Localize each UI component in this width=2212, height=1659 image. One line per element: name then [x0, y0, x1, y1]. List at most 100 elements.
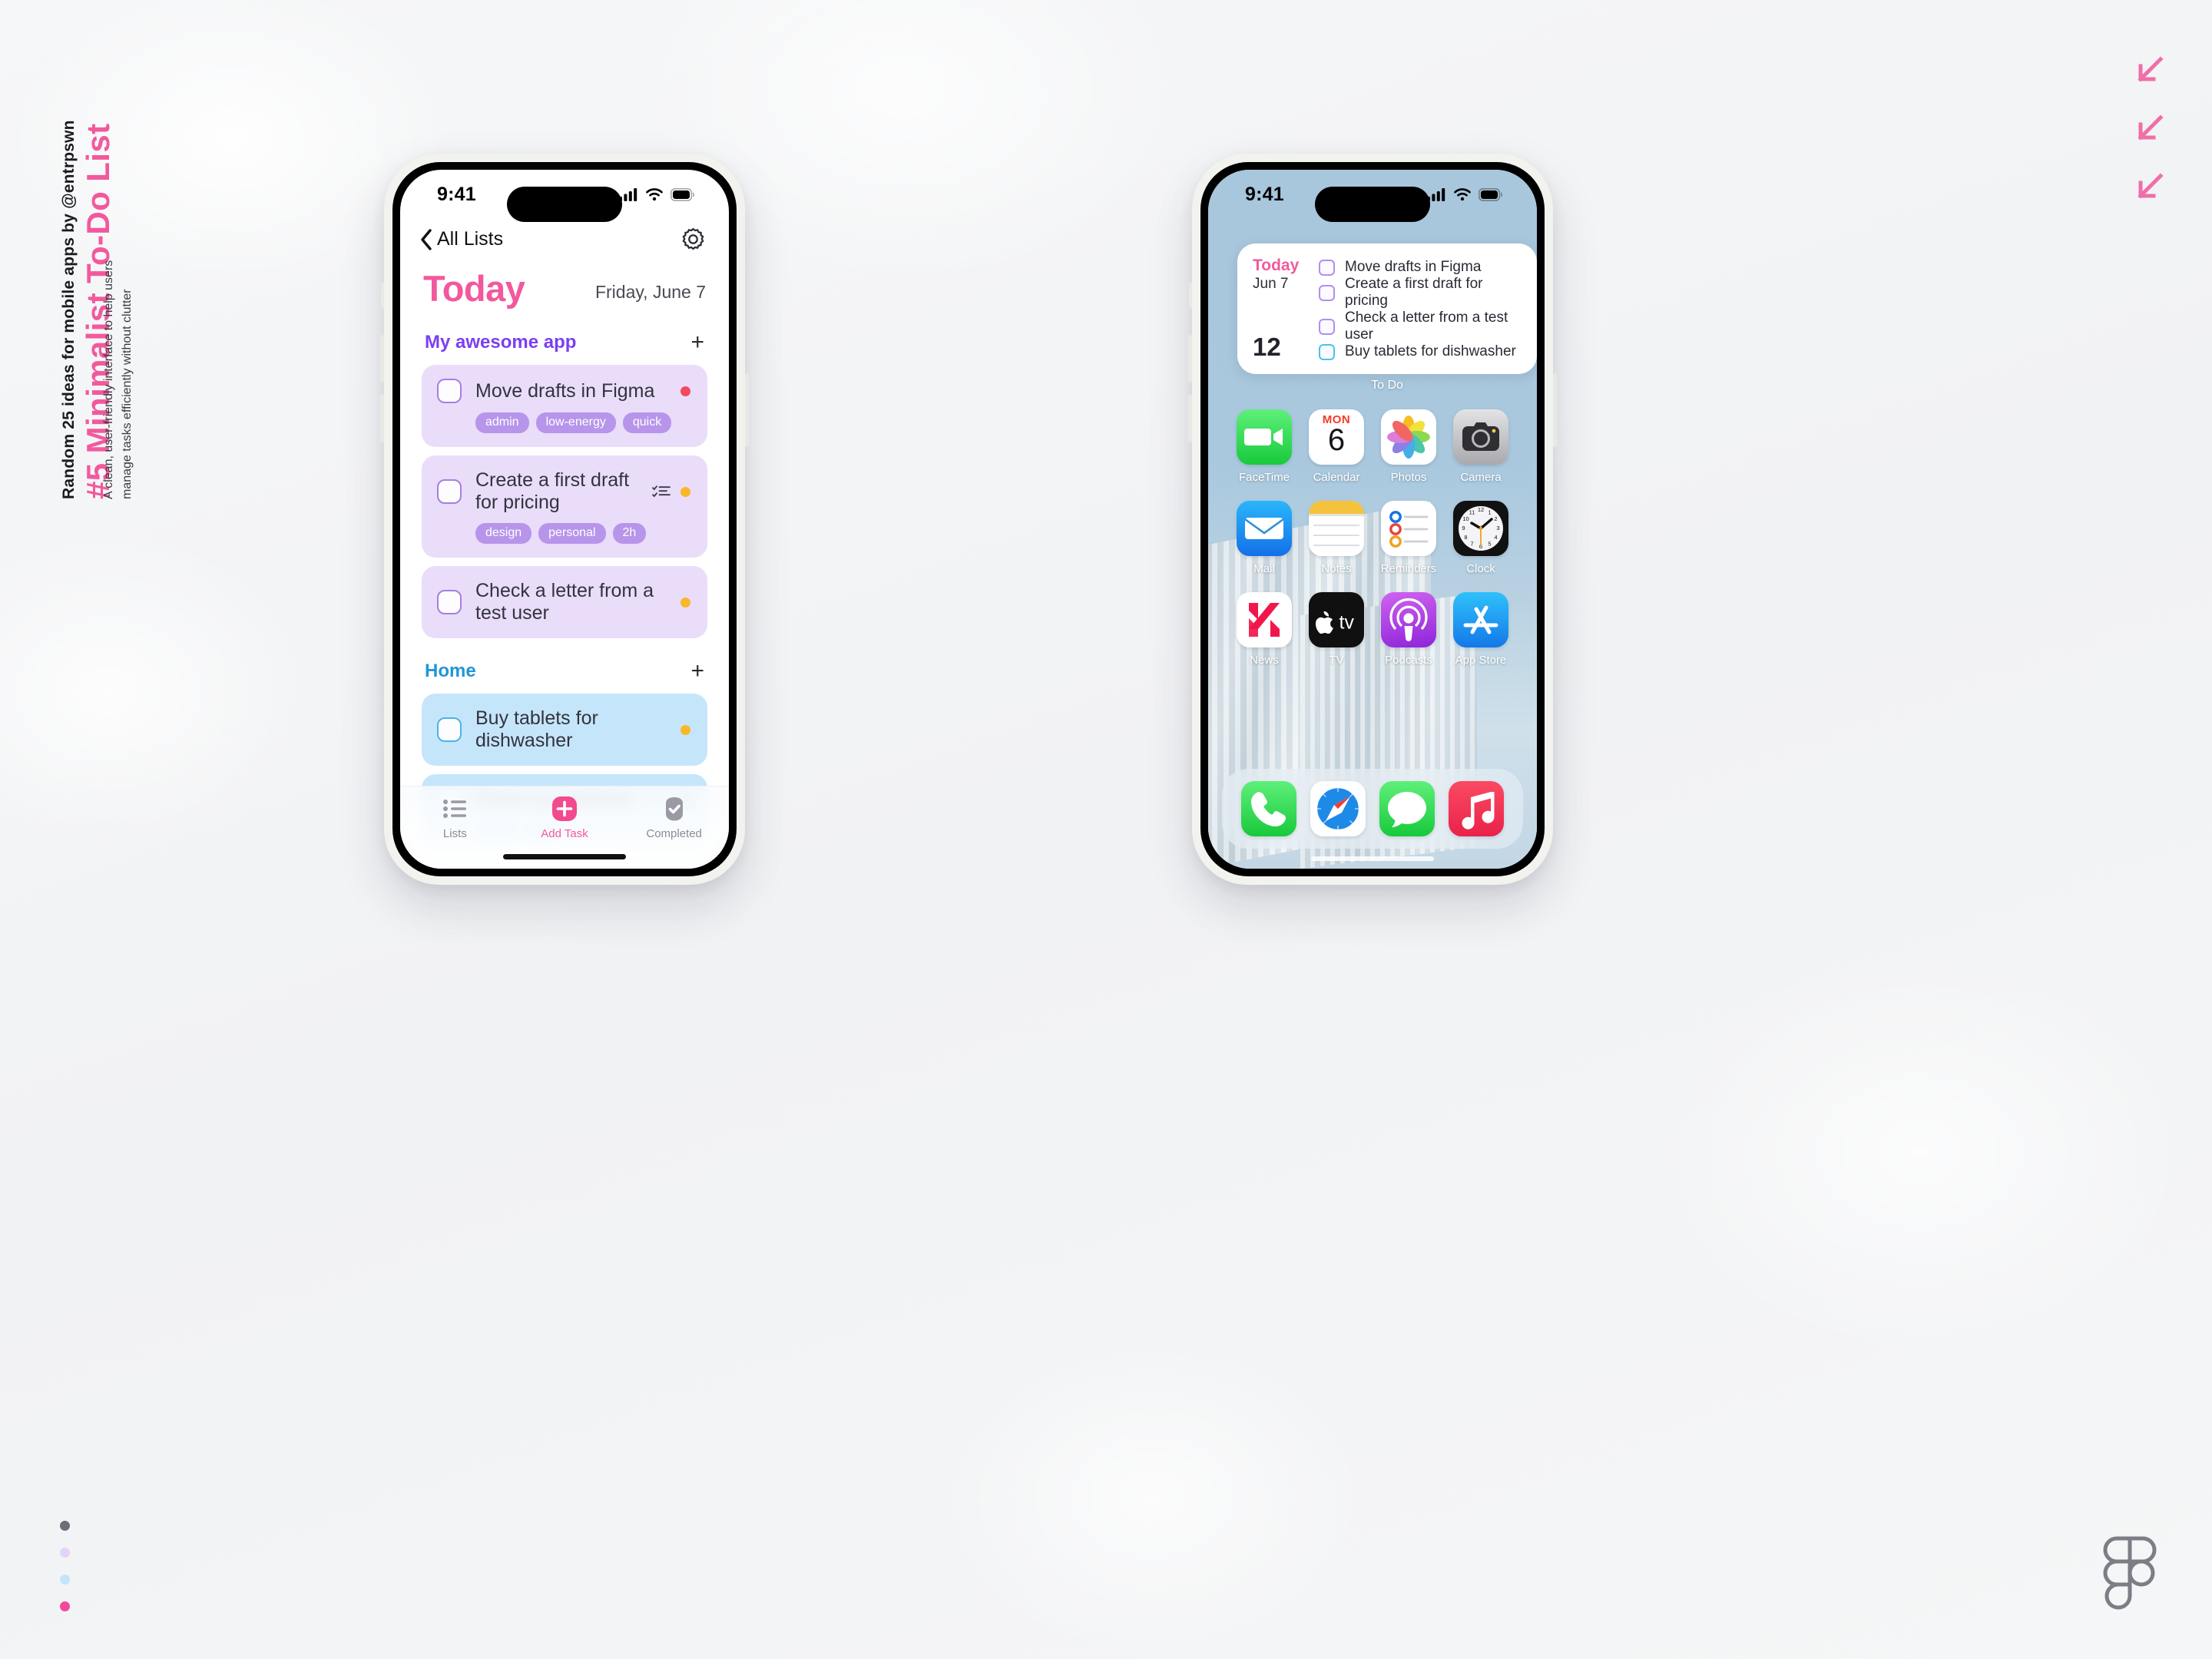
app-clock[interactable]: 12 1 2 345 678 9 10 11 Clock — [1445, 501, 1517, 575]
dock-app-safari[interactable] — [1310, 781, 1366, 836]
app-notes[interactable]: Notes — [1300, 501, 1373, 575]
app-podcasts[interactable]: Podcasts — [1373, 592, 1445, 667]
safari-icon — [1310, 781, 1366, 836]
app-tv[interactable]: tv TV — [1300, 592, 1373, 667]
task-row[interactable]: Check a letter from a test user — [422, 566, 707, 638]
app-calendar[interactable]: MON 6 Calendar — [1300, 409, 1373, 484]
task-checkbox[interactable] — [437, 479, 462, 504]
task-row[interactable]: Buy tablets for dishwasher — [422, 694, 707, 766]
task-checkbox[interactable] — [437, 717, 462, 742]
svg-text:11: 11 — [1469, 509, 1475, 516]
plus-square-icon — [551, 796, 578, 822]
task-main: Create a first draft for pricing — [437, 469, 690, 514]
app-appstore[interactable]: App Store — [1445, 592, 1517, 667]
wifi-icon — [1454, 188, 1471, 201]
add-task-to-section-button[interactable]: + — [690, 660, 704, 683]
section-header-my-awesome-app: My awesome app + — [400, 310, 729, 354]
app-camera[interactable]: Camera — [1445, 409, 1517, 484]
mail-icon — [1237, 501, 1292, 556]
phone-power-button[interactable] — [745, 373, 749, 447]
task-tag: 2h — [612, 523, 647, 544]
todo-widget[interactable]: Today Jun 7 12 Move drafts in Figma Crea… — [1237, 243, 1537, 374]
wallpaper: 9:41 Today Jun 7 12 Move drafts in Figma… — [1208, 170, 1537, 869]
task-tag: low-energy — [535, 412, 616, 433]
status-icons — [619, 187, 695, 201]
svg-text:10: 10 — [1462, 515, 1469, 522]
widget-task-row[interactable]: Move drafts in Figma — [1319, 259, 1525, 276]
widget-checkbox[interactable] — [1319, 343, 1335, 360]
task-row[interactable]: Move drafts in Figma admin low-energy qu… — [422, 365, 707, 447]
task-row[interactable]: Create a first draft for pricing design … — [422, 455, 707, 558]
color-swatches — [60, 1521, 70, 1611]
task-title: Create a first draft for pricing — [475, 469, 630, 513]
home-indicator[interactable] — [1311, 856, 1434, 861]
widget-task-row[interactable]: Check a letter from a test user — [1319, 310, 1525, 343]
swatch-blue — [60, 1575, 70, 1584]
task-tags: design personal 2h — [475, 523, 690, 544]
app-facetime[interactable]: FaceTime — [1228, 409, 1300, 484]
widget-checkbox[interactable] — [1319, 259, 1335, 276]
tv-icon: tv — [1309, 592, 1364, 647]
app-news[interactable]: News — [1228, 592, 1300, 667]
widget-task-row[interactable]: Create a first draft for pricing — [1319, 276, 1525, 310]
phone-bezel: 9:41 Today Jun 7 12 Move drafts in Figma… — [1200, 162, 1545, 876]
app-mail[interactable]: Mail — [1228, 501, 1300, 575]
phone-volume-down-button[interactable] — [1188, 395, 1192, 442]
widget-checkbox[interactable] — [1319, 284, 1335, 301]
task-checkbox[interactable] — [437, 590, 462, 614]
calendar-day: 6 — [1327, 423, 1346, 457]
poster-credit: Random 25 ideas for mobile apps by @entr… — [60, 120, 78, 499]
appstore-icon — [1453, 592, 1508, 647]
widget-task-row[interactable]: Buy tablets for dishwasher — [1319, 343, 1525, 360]
phone-power-button[interactable] — [1553, 373, 1557, 447]
add-task-to-section-button[interactable]: + — [690, 331, 704, 354]
task-main: Buy tablets for dishwasher — [437, 707, 690, 752]
priority-dot — [680, 386, 690, 396]
dock-app-music[interactable] — [1449, 781, 1504, 836]
swatch-pink — [60, 1601, 70, 1611]
svg-text:1: 1 — [1488, 509, 1491, 516]
home-indicator[interactable] — [503, 854, 626, 859]
task-checkbox[interactable] — [437, 379, 462, 403]
task-meta — [680, 597, 690, 608]
svg-text:8: 8 — [1464, 534, 1467, 541]
dock-app-phone[interactable] — [1241, 781, 1296, 836]
phone-volume-up-button[interactable] — [380, 335, 384, 382]
app-label: Photos — [1390, 471, 1427, 484]
section-title: My awesome app — [425, 332, 577, 353]
battery-full-icon — [1479, 187, 1502, 201]
swatch-gray — [60, 1521, 70, 1531]
phone-volume-down-button[interactable] — [380, 395, 384, 442]
app-photos[interactable]: Photos — [1373, 409, 1445, 484]
cellular-bars-icon — [1427, 188, 1445, 201]
widget-task-rows: Move drafts in Figma Create a first draf… — [1319, 257, 1525, 362]
dock-app-messages[interactable] — [1379, 781, 1435, 836]
status-time: 9:41 — [1245, 183, 1284, 205]
app-navbar: All Lists — [400, 219, 729, 252]
priority-dot — [680, 724, 690, 735]
poster-description: A clean, user-friendly interface to help… — [100, 38, 137, 499]
widget-date-label: Jun 7 — [1253, 276, 1289, 293]
phone-mute-switch[interactable] — [381, 283, 384, 309]
app-label: Notes — [1321, 562, 1352, 575]
gear-icon[interactable] — [680, 227, 706, 252]
app-reminders[interactable]: Reminders — [1373, 501, 1445, 575]
app-label: Camera — [1460, 471, 1502, 484]
tab-completed[interactable]: Completed — [628, 796, 720, 840]
widget-date-column: Today Jun 7 12 — [1253, 257, 1319, 362]
news-icon — [1237, 592, 1292, 647]
today-header: Today Friday, June 7 — [400, 252, 729, 310]
widget-checkbox[interactable] — [1319, 318, 1335, 335]
phone-mute-switch[interactable] — [1189, 283, 1192, 309]
tab-lists[interactable]: Lists — [409, 796, 501, 840]
section-title: Home — [425, 661, 476, 681]
back-to-all-lists-button[interactable]: All Lists — [420, 228, 503, 250]
poster-description-line-2: manage tasks efficiently without clutter — [121, 289, 134, 499]
svg-text:9: 9 — [1462, 525, 1465, 531]
ios-home-screen: 9:41 Today Jun 7 12 Move drafts in Figma… — [1208, 170, 1537, 869]
tab-add-task[interactable]: Add Task — [518, 796, 611, 840]
svg-text:4: 4 — [1494, 534, 1497, 541]
phone-volume-up-button[interactable] — [1188, 335, 1192, 382]
reminders-icon — [1381, 501, 1436, 556]
calendar-icon: MON 6 — [1309, 409, 1364, 465]
